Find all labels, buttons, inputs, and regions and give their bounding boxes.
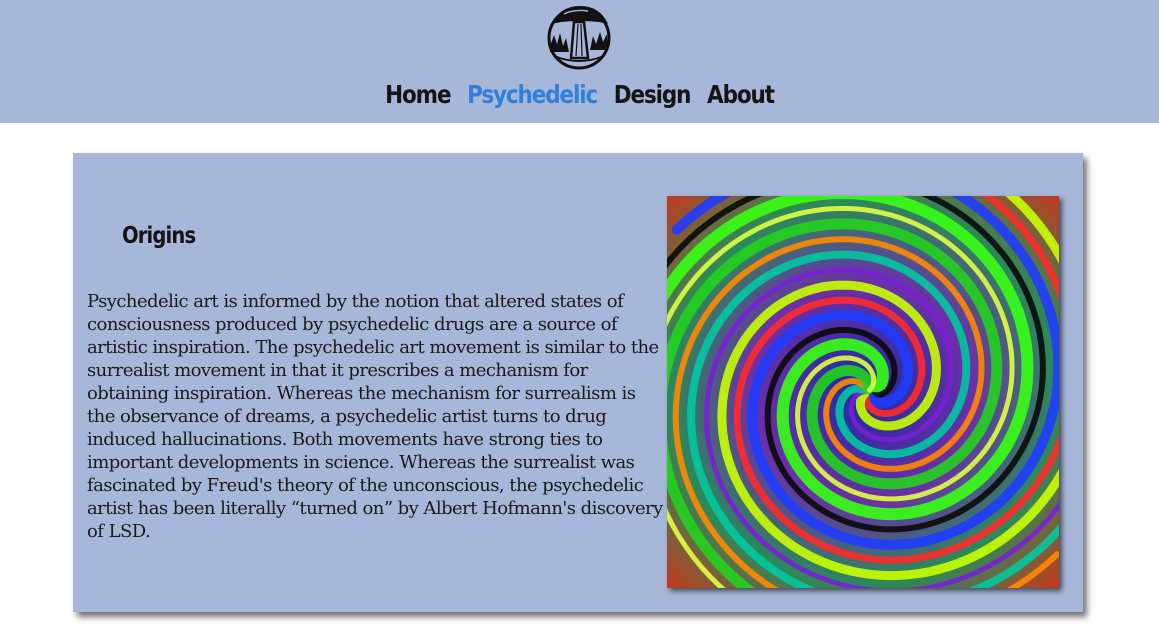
section-paragraph: Psychedelic art is informed by the notio… [87, 291, 663, 542]
site-header: Home Psychedelic Design About [0, 0, 1159, 123]
nav-design[interactable]: Design [614, 80, 692, 109]
nav-home[interactable]: Home [385, 80, 451, 109]
mushroom-logo-icon[interactable] [540, 2, 618, 70]
nav-psychedelic[interactable]: Psychedelic [467, 80, 598, 109]
nav-about[interactable]: About [707, 80, 775, 109]
content-card: Origins Psychedelic art is informed by t… [73, 153, 1083, 612]
spiral-art [667, 196, 1059, 588]
section-heading: Origins [122, 223, 196, 249]
main-nav: Home Psychedelic Design About [81, 80, 1078, 109]
psychedelic-spiral-image [667, 196, 1059, 588]
